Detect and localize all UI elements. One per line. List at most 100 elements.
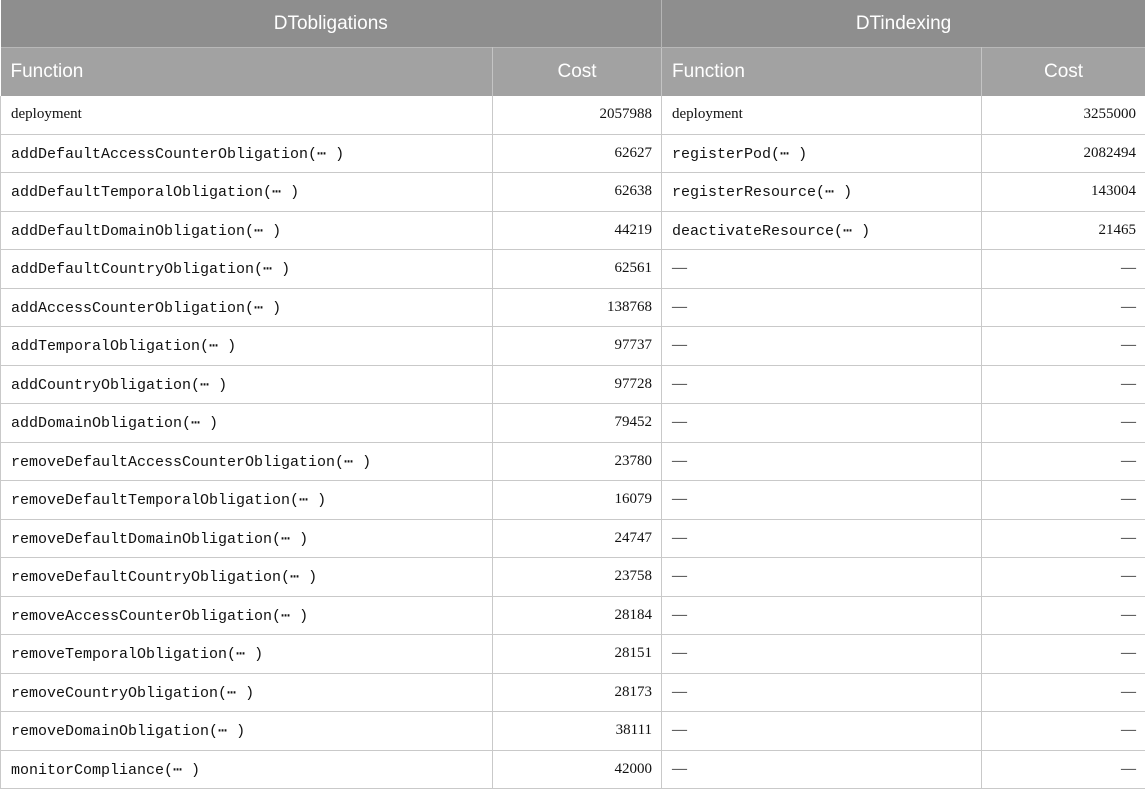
dtobligations-function-cell: removeDefaultAccessCounterObligation(⋯ ) xyxy=(1,442,493,481)
dtindexing-cost-cell: 2082494 xyxy=(982,134,1145,173)
table-row: addDefaultCountryObligation(⋯ )62561—— xyxy=(1,250,1145,289)
dtobligations-cost-cell: 62627 xyxy=(493,134,662,173)
dtobligations-function-cell: removeDefaultCountryObligation(⋯ ) xyxy=(1,558,493,597)
dtobligations-function-cell: addDefaultCountryObligation(⋯ ) xyxy=(1,250,493,289)
dtobligations-cost-cell: 28173 xyxy=(493,673,662,712)
dtindexing-function-cell: — xyxy=(662,442,982,481)
dtobligations-cost-cell: 24747 xyxy=(493,519,662,558)
table-header: DTobligations DTindexing Function Cost F… xyxy=(1,0,1145,96)
dtobligations-cost-cell: 62561 xyxy=(493,250,662,289)
dtobligations-function-cell: removeDomainObligation(⋯ ) xyxy=(1,712,493,751)
dtobligations-function-cell: removeDefaultDomainObligation(⋯ ) xyxy=(1,519,493,558)
table-row: deployment2057988deployment3255000 xyxy=(1,96,1145,134)
dtindexing-function-cell: — xyxy=(662,673,982,712)
table-row: addDefaultAccessCounterObligation(⋯ )626… xyxy=(1,134,1145,173)
dtobligations-function-cell: addDefaultDomainObligation(⋯ ) xyxy=(1,211,493,250)
dtindexing-cost-cell: 143004 xyxy=(982,173,1145,212)
dtobligations-cost-cell: 44219 xyxy=(493,211,662,250)
gas-cost-table: DTobligations DTindexing Function Cost F… xyxy=(0,0,1145,789)
dtindexing-function-cell: — xyxy=(662,288,982,327)
dtindexing-cost-cell: — xyxy=(982,404,1145,443)
dtobligations-function-cell: addCountryObligation(⋯ ) xyxy=(1,365,493,404)
dtobligations-function-cell: addTemporalObligation(⋯ ) xyxy=(1,327,493,366)
dtobligations-function-cell: removeCountryObligation(⋯ ) xyxy=(1,673,493,712)
dtindexing-function-cell: — xyxy=(662,519,982,558)
table-row: removeDefaultCountryObligation(⋯ )23758—… xyxy=(1,558,1145,597)
table-row: addTemporalObligation(⋯ )97737—— xyxy=(1,327,1145,366)
dtindexing-cost-cell: — xyxy=(982,481,1145,520)
dtindexing-cost-cell: — xyxy=(982,327,1145,366)
dtobligations-cost-cell: 23758 xyxy=(493,558,662,597)
dtindexing-function-cell: — xyxy=(662,250,982,289)
dtindexing-function-cell: — xyxy=(662,558,982,597)
dtindexing-function-cell: — xyxy=(662,404,982,443)
dtobligations-cost-cell: 62638 xyxy=(493,173,662,212)
column-header-cost-right: Cost xyxy=(982,48,1145,97)
dtindexing-cost-cell: — xyxy=(982,519,1145,558)
dtindexing-cost-cell: 21465 xyxy=(982,211,1145,250)
dtobligations-function-cell: addDefaultTemporalObligation(⋯ ) xyxy=(1,173,493,212)
dtobligations-cost-cell: 38111 xyxy=(493,712,662,751)
dtindexing-function-cell: — xyxy=(662,750,982,789)
dtindexing-cost-cell: — xyxy=(982,288,1145,327)
dtindexing-function-cell: — xyxy=(662,365,982,404)
dtobligations-cost-cell: 2057988 xyxy=(493,96,662,134)
table-row: addDomainObligation(⋯ )79452—— xyxy=(1,404,1145,443)
dtindexing-cost-cell: — xyxy=(982,635,1145,674)
dtindexing-function-cell: — xyxy=(662,712,982,751)
table-row: addAccessCounterObligation(⋯ )138768—— xyxy=(1,288,1145,327)
dtobligations-cost-cell: 97737 xyxy=(493,327,662,366)
dtindexing-cost-cell: — xyxy=(982,750,1145,789)
dtindexing-function-cell: deployment xyxy=(662,96,982,134)
dtobligations-function-cell: deployment xyxy=(1,96,493,134)
dtobligations-cost-cell: 16079 xyxy=(493,481,662,520)
dtindexing-cost-cell: — xyxy=(982,250,1145,289)
column-header-function-left: Function xyxy=(1,48,493,97)
dtindexing-function-cell: registerResource(⋯ ) xyxy=(662,173,982,212)
dtindexing-function-cell: registerPod(⋯ ) xyxy=(662,134,982,173)
dtobligations-cost-cell: 42000 xyxy=(493,750,662,789)
dtindexing-cost-cell: — xyxy=(982,596,1145,635)
dtindexing-function-cell: — xyxy=(662,635,982,674)
dtobligations-function-cell: addDefaultAccessCounterObligation(⋯ ) xyxy=(1,134,493,173)
table-row: monitorCompliance(⋯ )42000—— xyxy=(1,750,1145,789)
dtindexing-cost-cell: — xyxy=(982,442,1145,481)
dtobligations-function-cell: addAccessCounterObligation(⋯ ) xyxy=(1,288,493,327)
dtobligations-function-cell: removeAccessCounterObligation(⋯ ) xyxy=(1,596,493,635)
group-header-row: DTobligations DTindexing xyxy=(1,0,1145,48)
dtindexing-cost-cell: 3255000 xyxy=(982,96,1145,134)
dtobligations-cost-cell: 28184 xyxy=(493,596,662,635)
table-row: removeDefaultAccessCounterObligation(⋯ )… xyxy=(1,442,1145,481)
dtindexing-cost-cell: — xyxy=(982,558,1145,597)
dtindexing-function-cell: — xyxy=(662,596,982,635)
dtobligations-cost-cell: 79452 xyxy=(493,404,662,443)
dtindexing-function-cell: — xyxy=(662,481,982,520)
table-body: deployment2057988deployment3255000addDef… xyxy=(1,96,1145,789)
dtobligations-cost-cell: 28151 xyxy=(493,635,662,674)
table-row: addDefaultDomainObligation(⋯ )44219deact… xyxy=(1,211,1145,250)
table-row: removeCountryObligation(⋯ )28173—— xyxy=(1,673,1145,712)
group-header-dtindexing: DTindexing xyxy=(662,0,1145,48)
dtobligations-function-cell: addDomainObligation(⋯ ) xyxy=(1,404,493,443)
column-header-row: Function Cost Function Cost xyxy=(1,48,1145,97)
table-row: removeDefaultTemporalObligation(⋯ )16079… xyxy=(1,481,1145,520)
dtobligations-function-cell: monitorCompliance(⋯ ) xyxy=(1,750,493,789)
table-row: addCountryObligation(⋯ )97728—— xyxy=(1,365,1145,404)
dtindexing-cost-cell: — xyxy=(982,365,1145,404)
column-header-function-right: Function xyxy=(662,48,982,97)
dtindexing-cost-cell: — xyxy=(982,673,1145,712)
dtobligations-function-cell: removeTemporalObligation(⋯ ) xyxy=(1,635,493,674)
dtobligations-function-cell: removeDefaultTemporalObligation(⋯ ) xyxy=(1,481,493,520)
dtindexing-function-cell: — xyxy=(662,327,982,366)
table-row: removeAccessCounterObligation(⋯ )28184—— xyxy=(1,596,1145,635)
dtindexing-function-cell: deactivateResource(⋯ ) xyxy=(662,211,982,250)
column-header-cost-left: Cost xyxy=(493,48,662,97)
table-row: removeDefaultDomainObligation(⋯ )24747—— xyxy=(1,519,1145,558)
table-row: removeDomainObligation(⋯ )38111—— xyxy=(1,712,1145,751)
dtobligations-cost-cell: 23780 xyxy=(493,442,662,481)
table-row: removeTemporalObligation(⋯ )28151—— xyxy=(1,635,1145,674)
dtobligations-cost-cell: 138768 xyxy=(493,288,662,327)
dtindexing-cost-cell: — xyxy=(982,712,1145,751)
dtobligations-cost-cell: 97728 xyxy=(493,365,662,404)
group-header-dtobligations: DTobligations xyxy=(1,0,662,48)
